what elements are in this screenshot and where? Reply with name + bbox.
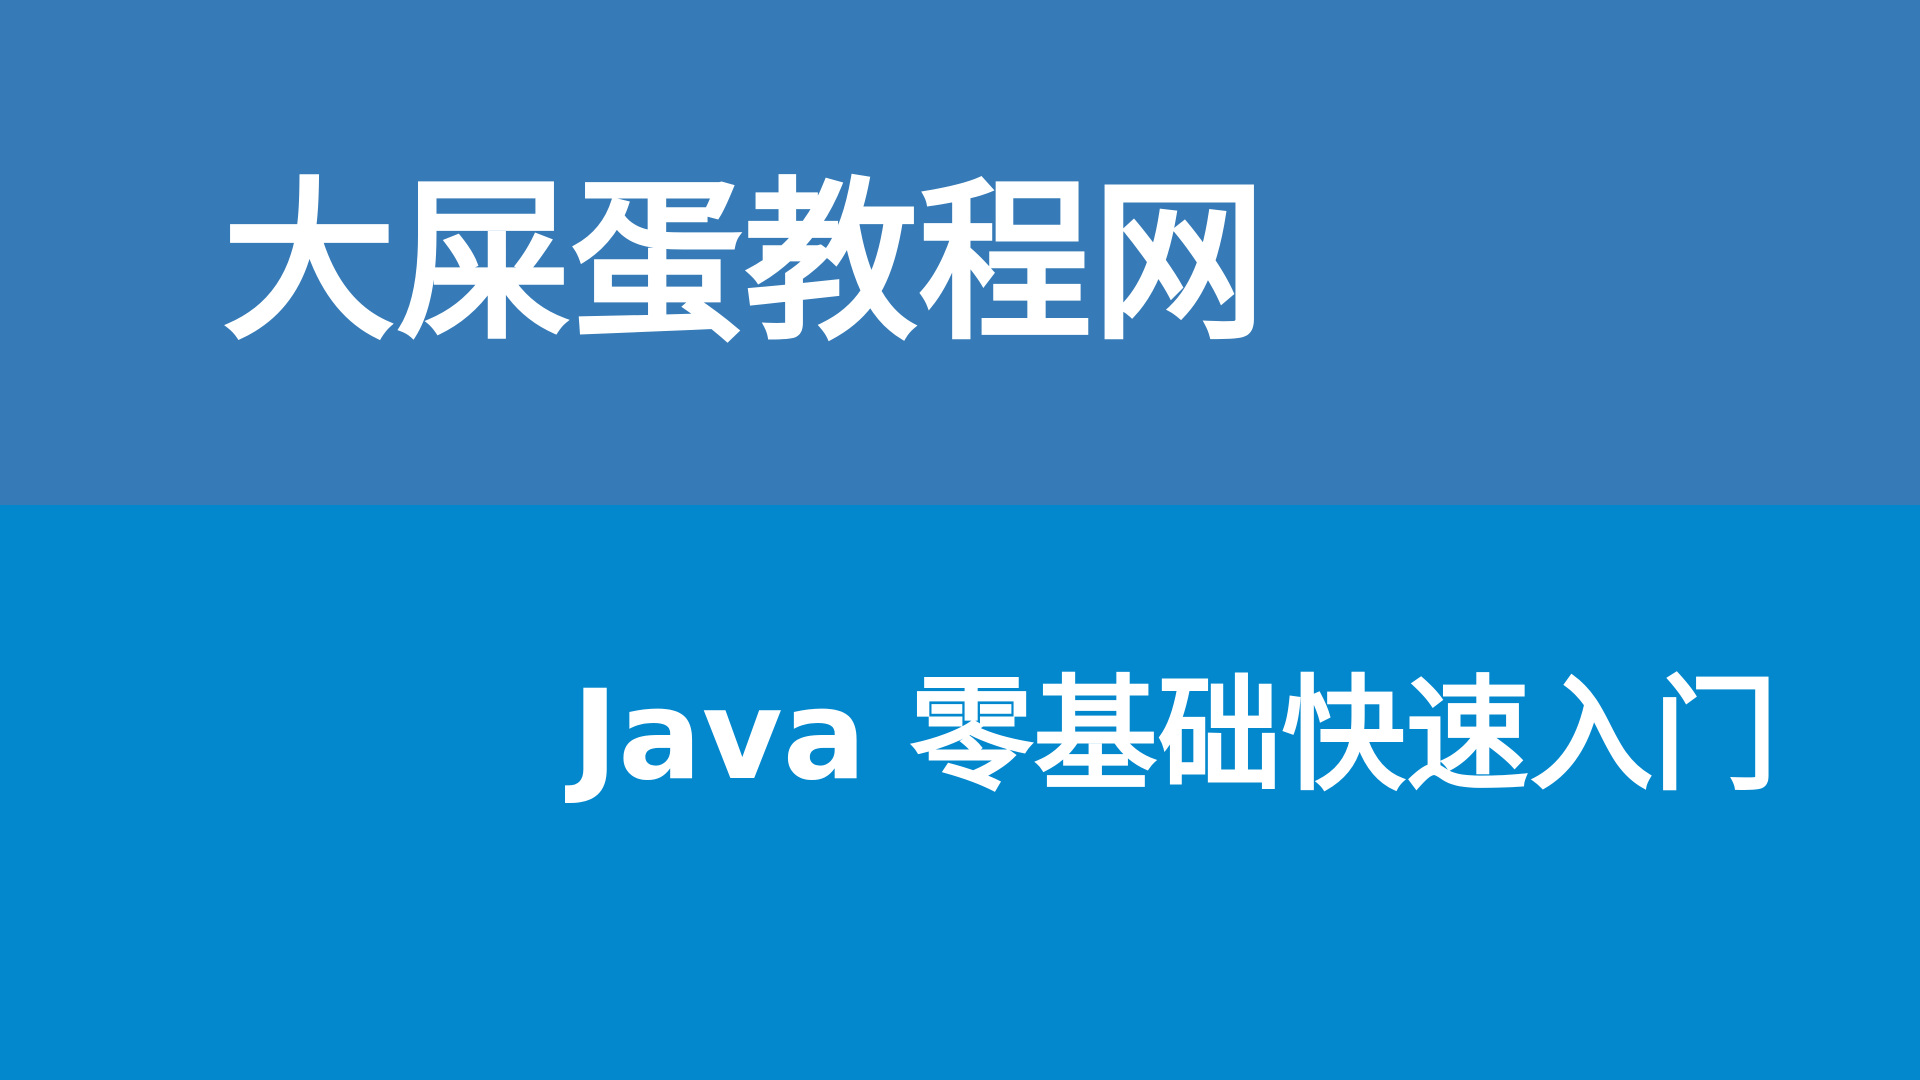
site-title: 大屎蛋教程网 <box>222 162 1267 365</box>
course-subtitle: Java 零基础快速入门 <box>572 664 1778 808</box>
top-banner: 大屎蛋教程网 <box>0 0 1920 505</box>
